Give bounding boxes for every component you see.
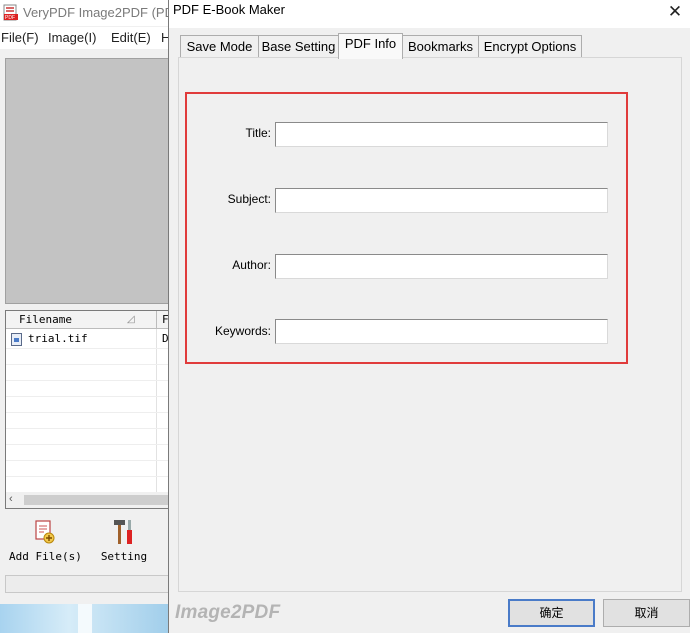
file-list[interactable]: Filename ◿ F trial.tif D ‹ xyxy=(5,310,172,509)
dialog-title: PDF E-Book Maker xyxy=(173,2,285,17)
horizontal-scrollbar[interactable]: ‹ xyxy=(6,492,171,508)
menu-image[interactable]: Image(I) xyxy=(48,30,96,45)
column-header-filename[interactable]: Filename xyxy=(19,313,72,326)
menu-edit[interactable]: Edit(E) xyxy=(111,30,151,45)
row-gridline xyxy=(6,396,171,397)
menu-file[interactable]: File(F) xyxy=(1,30,39,45)
row-gridline xyxy=(6,412,171,413)
ok-button[interactable]: 确定 xyxy=(508,599,595,627)
add-files-label: Add File(s) xyxy=(9,550,82,563)
author-field[interactable] xyxy=(275,254,608,279)
tab-bookmarks[interactable]: Bookmarks xyxy=(402,35,479,58)
author-label: Author: xyxy=(232,258,271,272)
keywords-label: Keywords: xyxy=(214,324,271,338)
row-gridline xyxy=(6,460,171,461)
column-divider xyxy=(156,329,157,493)
column-separator[interactable] xyxy=(156,311,157,329)
image-preview-pane xyxy=(5,58,172,304)
row-gridline xyxy=(6,380,171,381)
table-row[interactable]: trial.tif D xyxy=(6,331,171,347)
tab-pdf-info[interactable]: PDF Info xyxy=(338,33,403,59)
brand-watermark: Image2PDF xyxy=(175,602,281,623)
sort-indicator-icon: ◿ xyxy=(127,314,135,325)
row-gridline xyxy=(6,348,171,349)
app-title: VeryPDF Image2PDF (PDF xyxy=(23,5,182,20)
status-bar xyxy=(5,575,172,593)
row-gridline xyxy=(6,444,171,445)
close-icon[interactable]: ✕ xyxy=(664,1,686,23)
app-menubar: File(F) Image(I) Edit(E) H xyxy=(0,27,172,49)
title-label: Title: xyxy=(245,126,271,140)
setting-label: Setting xyxy=(100,550,148,563)
file-name: trial.tif xyxy=(28,332,88,345)
image-file-icon xyxy=(11,333,22,346)
tab-base-setting[interactable]: Base Setting xyxy=(258,35,339,58)
cancel-button[interactable]: 取消 xyxy=(603,599,690,627)
pdf-app-icon: PDF xyxy=(3,4,18,21)
add-files-button[interactable]: Add File(s) xyxy=(9,518,82,568)
main-app-window: PDF VeryPDF Image2PDF (PDF File(F) Image… xyxy=(0,0,182,633)
tools-icon xyxy=(114,520,132,544)
subject-field[interactable] xyxy=(275,188,608,213)
subject-label: Subject: xyxy=(227,192,271,206)
app-titlebar[interactable]: PDF VeryPDF Image2PDF (PDF xyxy=(0,0,182,26)
add-files-icon xyxy=(35,520,55,544)
tab-save-mode[interactable]: Save Mode xyxy=(180,35,259,58)
svg-text:PDF: PDF xyxy=(5,15,15,21)
desktop-background-strip xyxy=(0,604,172,633)
setting-button[interactable]: Setting xyxy=(98,518,150,568)
scrollbar-thumb[interactable] xyxy=(24,495,171,505)
dialog-titlebar[interactable]: PDF E-Book Maker ✕ xyxy=(169,0,690,28)
row-gridline xyxy=(6,428,171,429)
file-list-header: Filename ◿ F xyxy=(6,311,171,329)
keywords-field[interactable] xyxy=(275,319,608,344)
row-gridline xyxy=(6,476,171,477)
scroll-left-arrow-icon[interactable]: ‹ xyxy=(9,493,13,505)
row-gridline xyxy=(6,364,171,365)
tab-encrypt-options[interactable]: Encrypt Options xyxy=(478,35,582,58)
title-field[interactable] xyxy=(275,122,608,147)
